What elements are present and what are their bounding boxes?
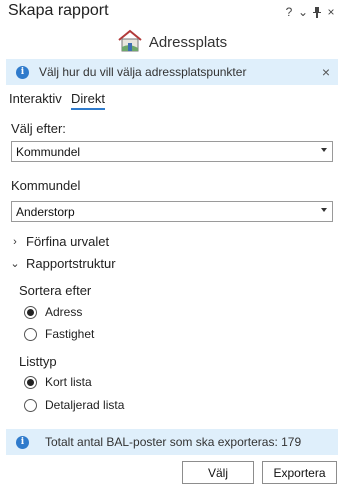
window-controls: ? ⌄ ×: [282, 5, 338, 19]
listtype-option-detaljerad[interactable]: Detaljerad lista: [24, 398, 124, 412]
radio-selected[interactable]: [24, 305, 37, 319]
tab-interaktiv[interactable]: Interaktiv: [9, 91, 62, 108]
radio-unselected[interactable]: [24, 327, 37, 341]
structure-expander[interactable]: ⌄ Rapportstruktur: [10, 256, 116, 271]
info-icon: i: [16, 435, 29, 449]
radio-unselected[interactable]: [24, 398, 37, 412]
listtype-label: Listtyp: [19, 354, 57, 369]
chevron-down-icon[interactable]: ⌄: [296, 5, 310, 19]
refine-label: Förfina urvalet: [26, 234, 110, 249]
kommundel-dropdown[interactable]: Anderstorp: [11, 201, 333, 222]
tab-direkt[interactable]: Direkt: [71, 91, 105, 110]
kommundel-value: Anderstorp: [16, 204, 75, 219]
select-button[interactable]: Välj: [182, 461, 254, 484]
info-banner-text: Välj hur du vill välja adressplatspunkte…: [39, 65, 247, 79]
sort-option-adress[interactable]: Adress: [24, 305, 82, 319]
tool-header: Adressplats: [0, 28, 344, 56]
listtype-option-label: Detaljerad lista: [45, 398, 125, 412]
dropdown-arrow-icon: [321, 148, 327, 152]
info-banner: i Välj hur du vill välja adressplatspunk…: [6, 59, 338, 85]
dropdown-arrow-icon: [321, 208, 327, 212]
close-icon[interactable]: ×: [324, 5, 338, 19]
sort-option-label: Adress: [45, 305, 83, 319]
export-count-text: Totalt antal BAL-poster som ska exporter…: [45, 435, 302, 449]
export-count-banner: i Totalt antal BAL-poster som ska export…: [6, 429, 338, 455]
refine-expander[interactable]: › Förfina urvalet: [10, 234, 109, 249]
radio-selected[interactable]: [24, 375, 37, 389]
select-by-label: Välj efter:: [11, 121, 66, 136]
structure-label: Rapportstruktur: [26, 256, 116, 271]
tool-title: Adressplats: [148, 33, 228, 51]
pin-icon[interactable]: [310, 5, 324, 19]
sort-option-fastighet[interactable]: Fastighet: [24, 327, 94, 341]
window-title: Skapa rapport: [8, 2, 109, 19]
chevron-down-icon: ⌄: [10, 258, 20, 270]
chevron-right-icon: ›: [13, 235, 17, 248]
help-icon[interactable]: ?: [282, 5, 296, 19]
info-icon: i: [16, 65, 29, 79]
house-icon: [117, 29, 143, 56]
kommundel-label: Kommundel: [11, 178, 81, 193]
select-by-value: Kommundel: [16, 144, 81, 159]
sort-option-label: Fastighet: [45, 327, 95, 341]
listtype-option-label: Kort lista: [45, 375, 92, 389]
close-icon[interactable]: ×: [322, 64, 330, 80]
select-by-dropdown[interactable]: Kommundel: [11, 141, 333, 162]
export-button[interactable]: Exportera: [262, 461, 337, 484]
sort-label: Sortera efter: [19, 283, 92, 298]
listtype-option-kort[interactable]: Kort lista: [24, 375, 92, 389]
